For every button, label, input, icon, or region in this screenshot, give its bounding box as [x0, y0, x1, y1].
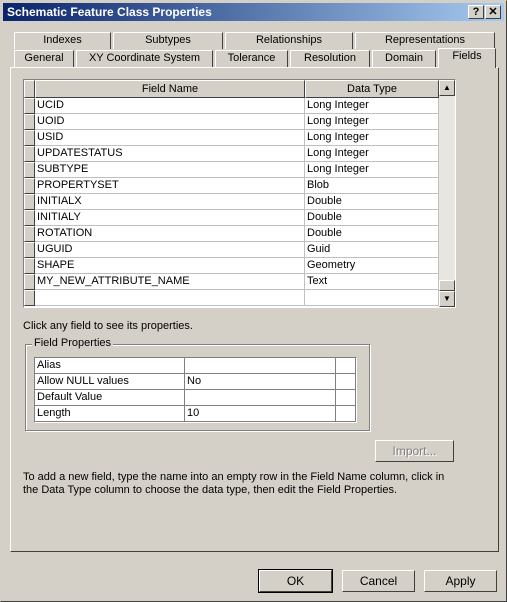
data-type-cell[interactable]: Double — [305, 194, 439, 210]
property-extra-cell[interactable] — [336, 358, 356, 374]
tab-representations[interactable]: Representations — [355, 32, 495, 49]
field-name-cell[interactable] — [35, 290, 305, 306]
row-selector[interactable] — [24, 130, 35, 146]
row-selector[interactable] — [24, 274, 35, 290]
field-properties-table[interactable]: Alias Allow NULL values No Default Value Len… — [34, 357, 357, 423]
row-selector[interactable] — [24, 210, 35, 226]
data-type-cell[interactable]: Double — [305, 226, 439, 242]
tab-tolerance[interactable]: Tolerance — [215, 50, 288, 67]
tab-indexes[interactable]: Indexes — [14, 32, 111, 49]
row-selector[interactable] — [24, 258, 35, 274]
data-type-cell[interactable]: Long Integer — [305, 162, 439, 178]
data-type-cell[interactable]: Long Integer — [305, 146, 439, 162]
row-selector[interactable] — [24, 114, 35, 130]
import-button[interactable]: Import... — [375, 440, 454, 462]
row-selector[interactable] — [24, 194, 35, 210]
tab-subtypes[interactable]: Subtypes — [113, 32, 223, 49]
field-name-cell[interactable]: SHAPE — [35, 258, 305, 274]
property-name-cell: Alias — [35, 358, 185, 374]
tab-resolution[interactable]: Resolution — [290, 50, 370, 67]
help-button[interactable]: ? — [468, 5, 484, 19]
property-value-cell[interactable] — [185, 390, 336, 406]
tab-xy-coordinate-system[interactable]: XY Coordinate System — [76, 50, 213, 67]
property-value-cell[interactable]: 10 — [185, 406, 336, 422]
field-name-cell[interactable]: SUBTYPE — [35, 162, 305, 178]
row-selector[interactable] — [24, 162, 35, 178]
data-type-cell[interactable]: Double — [305, 210, 439, 226]
field-name-cell[interactable]: INITIALX — [35, 194, 305, 210]
scroll-down-arrow-icon[interactable]: ▼ — [439, 291, 455, 307]
row-selector[interactable] — [24, 98, 35, 114]
row-selector[interactable] — [24, 290, 35, 306]
data-type-cell[interactable]: Long Integer — [305, 114, 439, 130]
data-type-cell[interactable] — [305, 290, 439, 306]
column-header-data-type[interactable]: Data Type — [305, 80, 439, 98]
data-type-cell[interactable]: Long Integer — [305, 98, 439, 114]
field-name-cell[interactable]: INITIALY — [35, 210, 305, 226]
field-name-cell[interactable]: MY_NEW_ATTRIBUTE_NAME — [35, 274, 305, 290]
field-name-cell[interactable]: ROTATION — [35, 226, 305, 242]
tab-relationships[interactable]: Relationships — [225, 32, 353, 49]
grid-corner — [24, 80, 35, 98]
field-properties-title: Field Properties — [32, 337, 114, 349]
row-selector[interactable] — [24, 178, 35, 194]
column-header-field-name[interactable]: Field Name — [35, 80, 305, 98]
property-extra-cell[interactable] — [336, 390, 356, 406]
scroll-up-arrow-icon[interactable]: ▲ — [439, 80, 455, 96]
field-properties-group: Field Properties Alias Allow NULL values N… — [25, 337, 370, 431]
ok-button[interactable]: OK — [258, 569, 333, 593]
field-name-cell[interactable]: UCID — [35, 98, 305, 114]
tab-general[interactable]: General — [14, 50, 74, 67]
row-selector[interactable] — [24, 242, 35, 258]
property-extra-cell[interactable] — [336, 406, 356, 422]
field-name-cell[interactable]: PROPERTYSET — [35, 178, 305, 194]
property-name-cell: Default Value — [35, 390, 185, 406]
property-value-cell[interactable]: No — [185, 374, 336, 390]
tab-domain[interactable]: Domain — [372, 50, 436, 67]
field-name-cell[interactable]: UPDATESTATUS — [35, 146, 305, 162]
property-extra-cell[interactable] — [336, 374, 356, 390]
property-value-cell[interactable] — [185, 358, 336, 374]
field-name-cell[interactable]: USID — [35, 130, 305, 146]
data-type-cell[interactable]: Long Integer — [305, 130, 439, 146]
data-type-cell[interactable]: Text — [305, 274, 439, 290]
data-type-cell[interactable]: Geometry — [305, 258, 439, 274]
data-type-cell[interactable]: Guid — [305, 242, 439, 258]
grid-vertical-scrollbar[interactable]: ▲ ▼ — [439, 80, 455, 307]
field-name-cell[interactable]: UOID — [35, 114, 305, 130]
field-name-cell[interactable]: UGUID — [35, 242, 305, 258]
cancel-button[interactable]: Cancel — [342, 570, 415, 592]
scroll-thumb[interactable] — [439, 280, 455, 291]
tab-fields[interactable]: Fields — [438, 48, 496, 68]
apply-button[interactable]: Apply — [424, 570, 497, 592]
row-selector[interactable] — [24, 226, 35, 242]
property-name-cell: Length — [35, 406, 185, 422]
title-bar[interactable]: Schematic Feature Class Properties ? ✕ — [3, 3, 504, 21]
field-hint-text: Click any field to see its properties. — [23, 320, 193, 332]
data-type-cell[interactable]: Blob — [305, 178, 439, 194]
close-button[interactable]: ✕ — [485, 5, 501, 19]
property-name-cell: Allow NULL values — [35, 374, 185, 390]
row-selector[interactable] — [24, 146, 35, 162]
help-instructions: To add a new field, type the name into a… — [23, 471, 445, 496]
window-title: Schematic Feature Class Properties — [7, 5, 212, 19]
fields-grid[interactable]: Field Name Data Type ▲ ▼ UCID Long Intege… — [23, 79, 456, 308]
